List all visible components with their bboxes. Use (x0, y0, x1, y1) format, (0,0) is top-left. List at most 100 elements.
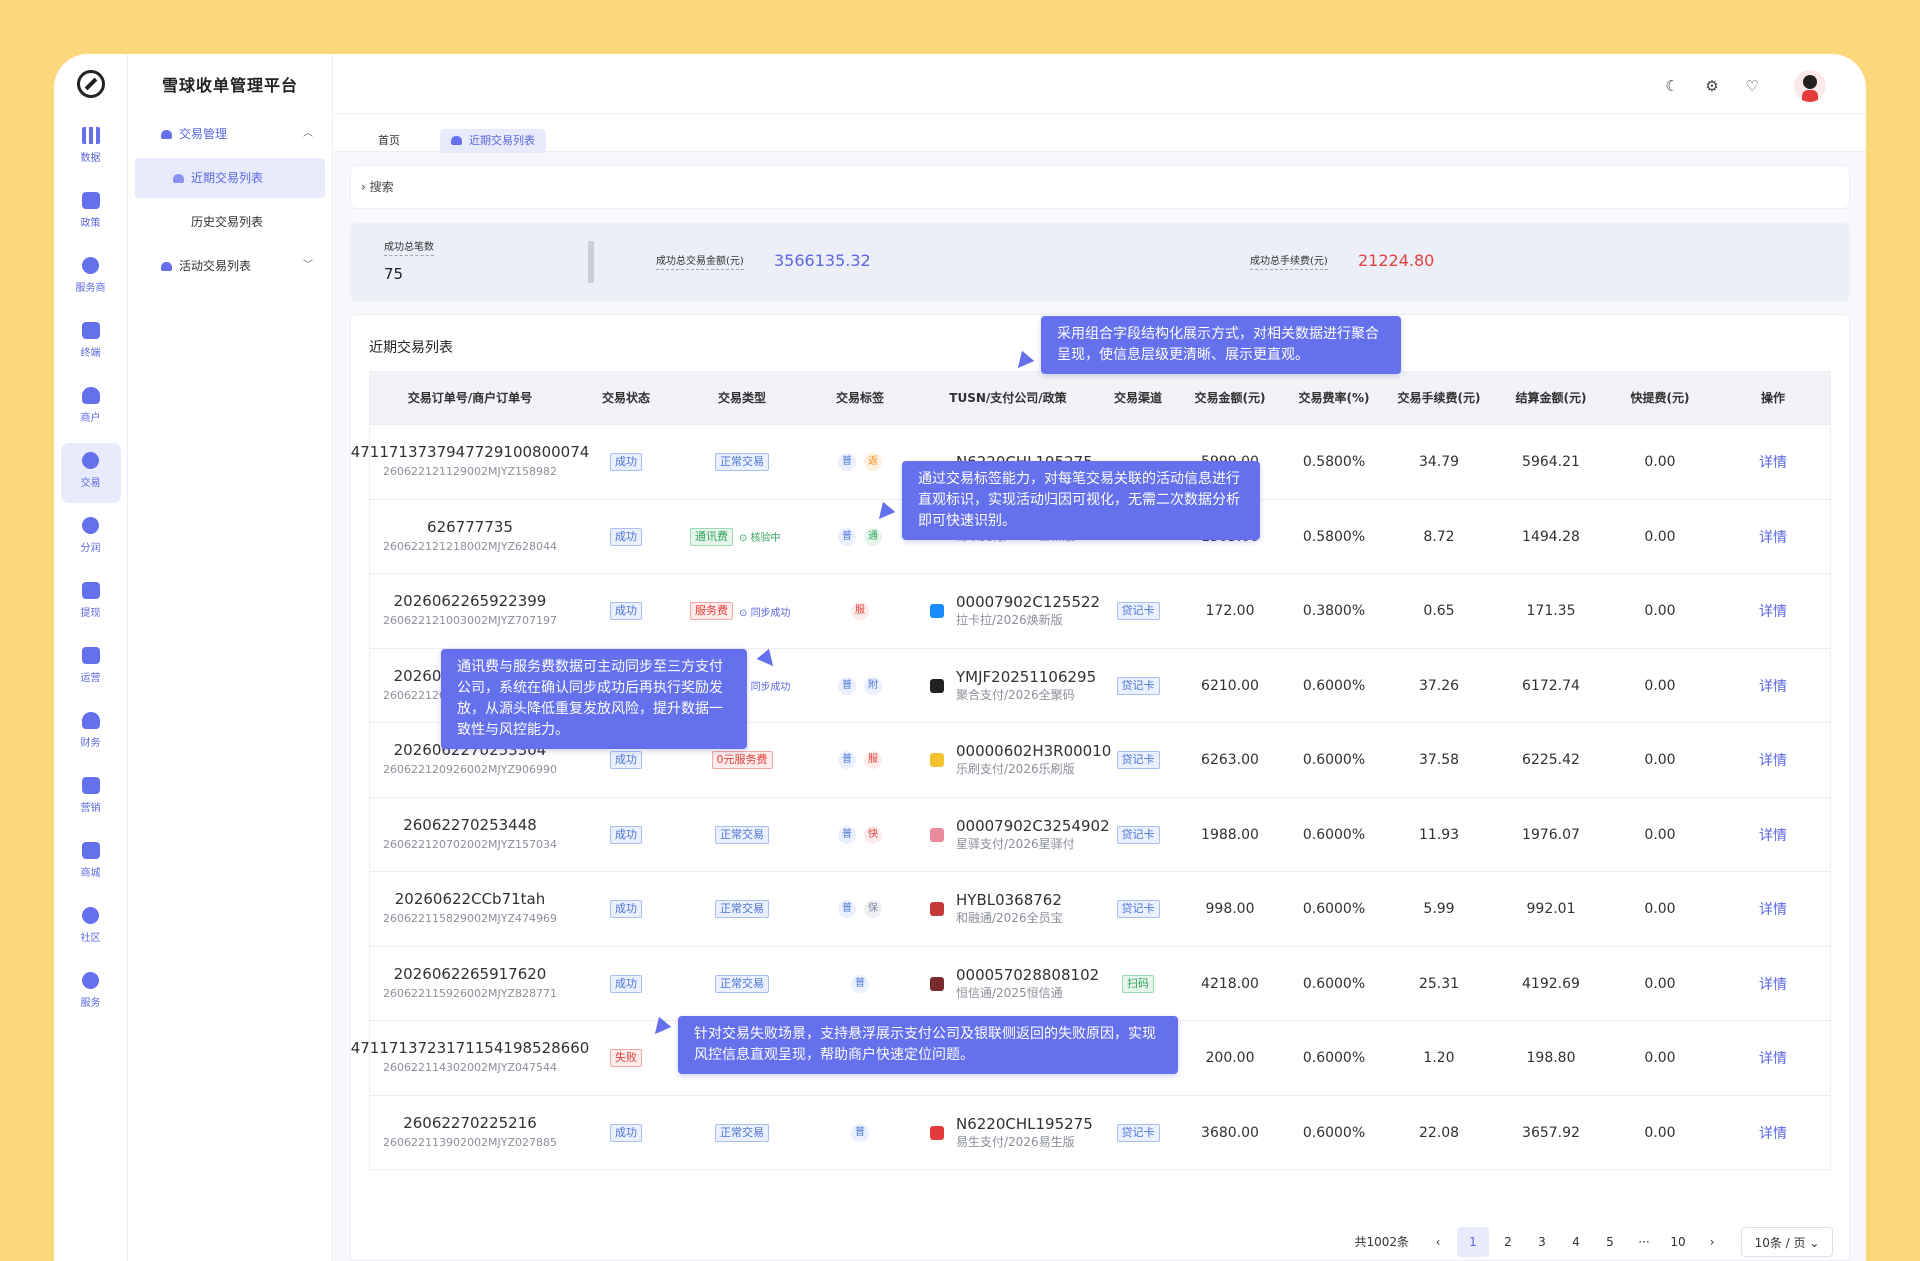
channel-badge: 贷记卡 (1116, 1123, 1160, 1142)
rate: 0.6000% (1302, 752, 1366, 768)
detail-link[interactable]: 详情 (1759, 601, 1787, 621)
prev-page-button[interactable]: ‹ (1421, 1227, 1455, 1257)
order-number[interactable]: 2026062265917620 (394, 965, 547, 984)
transaction-icon (161, 262, 172, 271)
rail-item-7[interactable]: 提现 (61, 573, 121, 633)
column-header: 交易标签 (835, 391, 884, 405)
payment-company-logo-icon (930, 678, 944, 693)
rail-item-12[interactable]: 社区 (61, 898, 121, 958)
page-size-select[interactable]: 10条 / 页 ⌄ (1741, 1227, 1833, 1257)
rail-item-11[interactable]: 商城 (61, 833, 121, 893)
table-row[interactable]: 2026062265922399 260622121003002MJYZ70719… (370, 573, 1830, 648)
detail-link[interactable]: 详情 (1759, 1123, 1787, 1143)
table-row[interactable]: 20260622CCb71tah 260622115829002MJYZ47496… (370, 871, 1830, 946)
page-button[interactable]: 2 (1491, 1227, 1525, 1257)
menu-item-recent[interactable]: 近期交易列表 (135, 158, 325, 198)
rail-item-4[interactable]: 商户 (61, 378, 121, 438)
tab-recent[interactable]: 近期交易列表 (440, 129, 546, 153)
rate: 0.6000% (1302, 826, 1366, 843)
tag-chip: 通 (864, 527, 882, 546)
rail-item-13[interactable]: 服务 (61, 963, 121, 1023)
rail-item-2[interactable]: 服务商 (61, 248, 121, 308)
detail-link[interactable]: 详情 (1759, 452, 1787, 472)
table-row[interactable]: 26062270253448 260622120702002MJYZ157034 成… (370, 796, 1830, 872)
quick-fee: 0.00 (1644, 975, 1676, 992)
merchant-order-number: 260622121129002MJYZ158982 (383, 465, 557, 478)
rail-item-5[interactable]: 交易 (60, 443, 121, 503)
detail-link[interactable]: 详情 (1759, 1048, 1787, 1068)
payment-company: 聚合支付/2026全聚码 (956, 687, 1075, 702)
next-page-button[interactable]: › (1695, 1227, 1729, 1257)
rail-item-6[interactable]: 分润 (61, 508, 121, 568)
moon-icon[interactable]: ☾ (1662, 76, 1682, 96)
page-button[interactable]: 3 (1525, 1227, 1559, 1257)
rail-item-10[interactable]: 营销 (61, 768, 121, 828)
rail-label: 商城 (80, 868, 101, 879)
type-badge: 通讯费 (690, 527, 733, 546)
detail-link[interactable]: 详情 (1759, 527, 1787, 547)
detail-link[interactable]: 详情 (1759, 825, 1787, 845)
status-badge: 成功 (610, 751, 642, 769)
column-header: 交易状态 (601, 391, 650, 405)
rail-item-0[interactable]: 数据 (61, 118, 121, 178)
tag-chip: 普 (838, 825, 856, 844)
avatar[interactable] (1794, 70, 1826, 102)
tag-chip: 普 (838, 676, 856, 695)
rail-item-3[interactable]: 终端 (61, 313, 121, 373)
fee: 22.08 (1418, 1124, 1460, 1141)
order-number[interactable]: 4711713723171154198528660 (351, 1039, 590, 1058)
tag-chip: 附 (864, 676, 882, 695)
page-button[interactable]: 1 (1457, 1227, 1489, 1257)
fee-label: 成功总手续费(元) (1250, 255, 1328, 270)
callout-sync: 通讯费与服务费数据可主动同步至三方支付公司，系统在确认同步成功后再执行奖励发放，… (441, 649, 747, 749)
merchant-order-number: 260622115926002MJYZ828771 (383, 986, 557, 1000)
rate: 0.6000% (1302, 677, 1366, 694)
menu-group-transaction[interactable]: 交易管理 ︿ (135, 114, 325, 154)
tag-chip: 普 (838, 900, 856, 918)
status-badge[interactable]: 失败 (610, 1049, 642, 1067)
table-row[interactable]: 2026062265917620 260622115926002MJYZ82877… (370, 945, 1830, 1021)
icon-rail: 数据 政策 服务商 终端 商户 交易 分润 提现 运营 财务 营销商城社区 服务 (54, 54, 128, 1261)
quick-fee: 0.00 (1644, 454, 1676, 470)
divider (588, 241, 594, 283)
quick-fee: 0.00 (1644, 528, 1676, 545)
quick-fee: 0.00 (1644, 1124, 1676, 1141)
table-title: 近期交易列表 (369, 340, 453, 356)
rail-item-1[interactable]: 政策 (61, 183, 121, 243)
channel-badge: 贷记卡 (1116, 602, 1160, 620)
order-number[interactable]: 626777735 (427, 518, 513, 537)
order-number[interactable]: 26062270253448 (403, 816, 537, 835)
quick-fee: 0.00 (1644, 752, 1676, 768)
rate: 0.3800% (1302, 603, 1366, 619)
rail-item-8[interactable]: 运营 (61, 638, 121, 698)
merchant-order-number: 260622120702002MJYZ157034 (383, 837, 557, 851)
menu-item-history[interactable]: 历史交易列表 (135, 202, 325, 242)
page-button[interactable]: 4 (1559, 1227, 1593, 1257)
payment-company-logo-icon (930, 902, 944, 916)
menu-group-activity[interactable]: 活动交易列表 ﹀ (135, 246, 325, 286)
page-button[interactable]: 10 (1661, 1227, 1695, 1257)
tab-home[interactable]: 首页 (378, 129, 400, 153)
table-row[interactable]: 26062270225216 260622113902002MJYZ027885 成… (370, 1094, 1830, 1170)
tusn: 00007902C125522 (956, 593, 1101, 611)
detail-link[interactable]: 详情 (1759, 750, 1787, 770)
detail-link[interactable]: 详情 (1759, 676, 1787, 696)
page-button[interactable]: 5 (1593, 1227, 1627, 1257)
detail-link[interactable]: 详情 (1759, 899, 1787, 919)
order-number[interactable]: 26062270225216 (403, 1114, 537, 1133)
count-label: 成功总笔数 (384, 241, 434, 256)
order-number[interactable]: 4711713737947729100800074 (351, 443, 590, 462)
page-button[interactable]: ··· (1627, 1227, 1661, 1257)
detail-link[interactable]: 详情 (1759, 974, 1787, 994)
settle-amount: 6225.42 (1522, 752, 1580, 768)
settle-amount: 3657.92 (1522, 1124, 1580, 1141)
rail-item-9[interactable]: 财务 (61, 703, 121, 763)
order-number[interactable]: 20260622CCb71tah (395, 890, 545, 909)
fee-value: 21224.80 (1358, 251, 1435, 270)
shirt-icon[interactable]: ♡ (1742, 76, 1762, 96)
search-toggle[interactable]: › 搜索 (350, 165, 1850, 209)
gear-icon[interactable]: ⚙ (1702, 76, 1722, 96)
order-number[interactable]: 2026062265922399 (394, 592, 547, 611)
rate: 0.5800% (1302, 454, 1366, 470)
column-header: 交易类型 (717, 391, 766, 405)
